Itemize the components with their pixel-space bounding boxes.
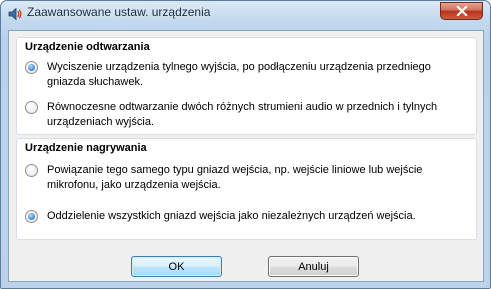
title-bar[interactable]: Zaawansowane ustaw. urządzenia [1,1,490,26]
playback-device-group: Urządzenie odtwarzania Wyciszenie urządz… [16,37,477,135]
radio-button-selected[interactable] [25,210,38,223]
recording-option-tie-inputs-label: Powiązanie tego samego typu gniazd wejśc… [47,164,423,191]
cancel-button[interactable]: Anuluj [268,256,359,277]
radio-button[interactable] [25,164,38,177]
playback-option-mute-rear-label: Wyciszenie urządzenia tylnego wyjścia, p… [47,61,431,88]
playback-group-title: Urządzenie odtwarzania [25,41,150,53]
playback-option-dual-stream-label: Równoczesne odtwarzanie dwóch różnych st… [47,101,438,128]
radio-button[interactable] [25,101,38,114]
close-button[interactable] [440,2,483,20]
cancel-button-label: Anuluj [298,260,329,273]
ok-button[interactable]: OK [131,256,222,277]
speaker-icon [7,6,23,22]
window-title: Zaawansowane ustaw. urządzenia [27,5,211,19]
recording-device-group: Urządzenie nagrywania Powiązanie tego sa… [16,138,477,240]
recording-option-separate-inputs-label: Oddzielenie wszystkich gniazd wejścia ja… [47,210,416,222]
playback-option-dual-stream[interactable]: Równoczesne odtwarzanie dwóch różnych st… [25,100,465,132]
dialog-body: Urządzenie odtwarzania Wyciszenie urządz… [8,30,484,282]
close-icon [455,6,468,16]
playback-option-mute-rear[interactable]: Wyciszenie urządzenia tylnego wyjścia, p… [25,60,465,92]
radio-button-selected[interactable] [25,61,38,74]
dialog-window: Zaawansowane ustaw. urządzenia Urządzeni… [0,0,491,289]
recording-option-tie-inputs[interactable]: Powiązanie tego samego typu gniazd wejśc… [25,163,465,195]
ok-button-label: OK [168,260,185,273]
recording-group-title: Urządzenie nagrywania [25,142,147,154]
recording-option-separate-inputs[interactable]: Oddzielenie wszystkich gniazd wejścia ja… [25,209,465,227]
